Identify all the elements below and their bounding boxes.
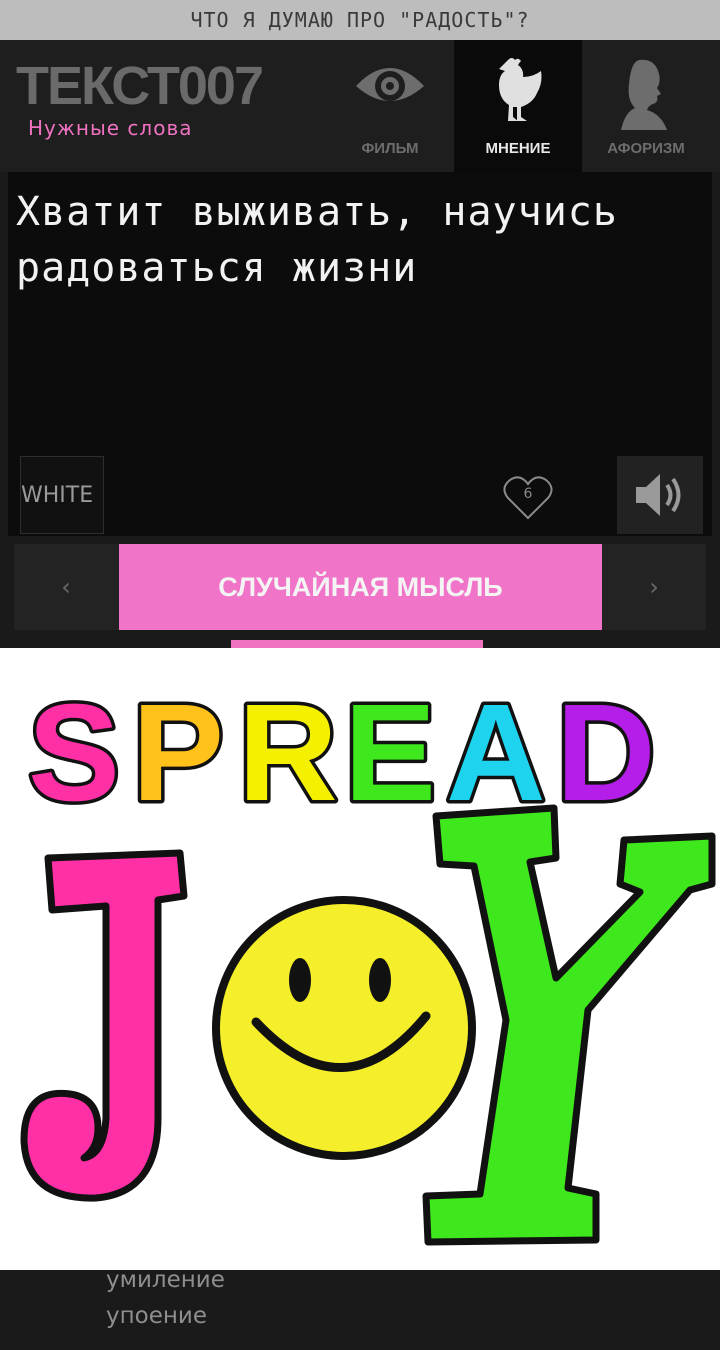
word-list: умиление упоение xyxy=(106,1262,225,1334)
chicken-icon xyxy=(454,54,582,134)
list-item[interactable]: умиление xyxy=(106,1262,225,1298)
pink-accent-strip xyxy=(231,640,483,648)
site-tagline: Нужные слова xyxy=(28,116,193,140)
list-item[interactable]: упоение xyxy=(106,1298,225,1334)
navigation-row: ‹ СЛУЧАЙНАЯ МЫСЛЬ › xyxy=(14,544,706,630)
quote-line-1: Хватит выживать, научись xyxy=(16,189,618,235)
sound-button[interactable] xyxy=(617,456,703,534)
profile-bust-icon xyxy=(582,54,710,134)
quote-panel: Хватит выживать, научись радоваться жизн… xyxy=(8,172,712,536)
quote-line-2: радоваться жизни xyxy=(16,245,418,291)
tab-opinion[interactable]: МНЕНИЕ xyxy=(454,40,582,172)
spread-joy-image: S P R E A D xyxy=(0,648,720,1270)
speaker-icon xyxy=(636,474,681,516)
spread-letter-s: S xyxy=(28,676,120,830)
spread-letter-p: P xyxy=(132,676,224,830)
next-button[interactable]: › xyxy=(602,544,706,630)
prev-button[interactable]: ‹ xyxy=(14,544,118,630)
tab-aphorism-label: АФОРИЗМ xyxy=(607,140,685,157)
tab-film-label: ФИЛЬМ xyxy=(361,140,419,157)
quote-text: Хватит выживать, научись радоваться жизн… xyxy=(16,184,706,296)
theme-toggle-label: WHITE xyxy=(21,483,94,508)
tab-film[interactable]: ФИЛЬМ xyxy=(326,40,454,172)
theme-toggle-button[interactable]: WHITE xyxy=(20,456,104,534)
spread-letter-r: R xyxy=(238,676,338,830)
like-button[interactable]: 6 xyxy=(502,474,554,522)
page-title: ЧТО Я ДУМАЮ ПРО "РАДОСТЬ"? xyxy=(0,0,720,40)
spread-letter-d: D xyxy=(556,676,656,830)
tab-opinion-label: МНЕНИЕ xyxy=(485,140,551,157)
spread-joy-illustration: S P R E A D xyxy=(20,673,716,1246)
like-count: 6 xyxy=(523,486,533,502)
site-logo[interactable]: ТЕКСТ007 xyxy=(16,58,264,114)
letter-j xyxy=(20,849,188,1202)
tab-aphorism[interactable]: АФОРИЗМ xyxy=(582,40,710,172)
spread-letter-e: E xyxy=(344,676,436,830)
eye-icon xyxy=(326,54,454,134)
random-thought-button[interactable]: СЛУЧАЙНАЯ МЫСЛЬ xyxy=(119,544,602,630)
smiley-o xyxy=(212,896,476,1160)
header: ТЕКСТ007 Нужные слова ФИЛЬМ МНЕНИЕ АФОРИ… xyxy=(0,40,720,172)
